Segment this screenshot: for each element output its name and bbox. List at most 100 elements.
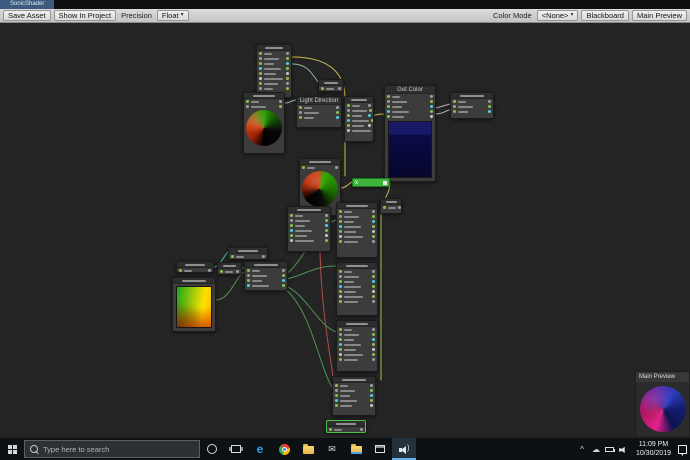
- output-port[interactable]: [372, 300, 375, 303]
- start-button[interactable]: [0, 438, 24, 460]
- output-port[interactable]: [338, 87, 341, 90]
- input-port[interactable]: [387, 100, 390, 103]
- output-port[interactable]: [336, 111, 339, 114]
- output-port[interactable]: [335, 166, 338, 169]
- x-node[interactable]: x: [352, 178, 390, 187]
- input-port[interactable]: [339, 333, 342, 336]
- color-mode-dropdown[interactable]: <None> ▾: [536, 10, 579, 21]
- input-port[interactable]: [347, 124, 350, 127]
- main-preview-toggle-button[interactable]: Main Preview: [631, 10, 687, 21]
- save-asset-button[interactable]: Save Asset: [3, 10, 51, 21]
- output-port[interactable]: [372, 353, 375, 356]
- output-port[interactable]: [325, 214, 328, 217]
- input-port[interactable]: [299, 111, 302, 114]
- shader-node[interactable]: [336, 262, 378, 316]
- input-port[interactable]: [247, 279, 250, 282]
- output-port[interactable]: [372, 333, 375, 336]
- x-node-port[interactable]: [383, 180, 387, 185]
- input-port[interactable]: [247, 269, 250, 272]
- input-port[interactable]: [259, 87, 262, 90]
- input-port[interactable]: [339, 328, 342, 331]
- output-port[interactable]: [360, 428, 363, 431]
- input-port[interactable]: [259, 82, 262, 85]
- output-port[interactable]: [325, 229, 328, 232]
- input-port[interactable]: [453, 105, 456, 108]
- shader-node[interactable]: [344, 96, 374, 142]
- input-port[interactable]: [339, 285, 342, 288]
- tray-volume-button[interactable]: [617, 445, 631, 454]
- output-port[interactable]: [368, 104, 371, 107]
- input-port[interactable]: [453, 110, 456, 113]
- output-port[interactable]: [336, 106, 339, 109]
- output-port[interactable]: [208, 269, 211, 272]
- shader-node[interactable]: [228, 247, 268, 260]
- output-port[interactable]: [368, 114, 371, 117]
- shader-node[interactable]: [217, 262, 242, 275]
- input-port[interactable]: [339, 358, 342, 361]
- gradient-preview-node[interactable]: [172, 277, 216, 332]
- input-port[interactable]: [290, 219, 293, 222]
- output-port[interactable]: [370, 399, 373, 402]
- output-port[interactable]: [430, 105, 433, 108]
- input-port[interactable]: [220, 270, 223, 273]
- app-window-button[interactable]: [368, 438, 392, 460]
- output-port[interactable]: [325, 224, 328, 227]
- shader-node-sphere-preview[interactable]: [243, 92, 285, 154]
- input-port[interactable]: [246, 105, 249, 108]
- folder-button[interactable]: [296, 438, 320, 460]
- output-port[interactable]: [488, 105, 491, 108]
- input-port[interactable]: [259, 57, 262, 60]
- input-port[interactable]: [335, 394, 338, 397]
- input-port[interactable]: [339, 220, 342, 223]
- shader-node[interactable]: [256, 44, 292, 98]
- input-port[interactable]: [335, 404, 338, 407]
- show-in-project-button[interactable]: Show In Project: [53, 10, 117, 21]
- output-port[interactable]: [488, 100, 491, 103]
- window-title-tab[interactable]: SonicShader: [0, 0, 55, 9]
- taskbar-clock[interactable]: 11:09 PM 10/30/2019: [631, 440, 676, 458]
- output-port[interactable]: [372, 220, 375, 223]
- output-port[interactable]: [398, 206, 401, 209]
- input-port[interactable]: [339, 295, 342, 298]
- blackboard-toggle-button[interactable]: Blackboard: [581, 10, 629, 21]
- output-port[interactable]: [262, 255, 265, 258]
- edge-button[interactable]: e: [248, 438, 272, 460]
- output-port[interactable]: [372, 210, 375, 213]
- shader-node[interactable]: [380, 198, 402, 214]
- input-port[interactable]: [339, 348, 342, 351]
- output-port[interactable]: [372, 338, 375, 341]
- input-port[interactable]: [339, 235, 342, 238]
- search-input[interactable]: [43, 444, 194, 454]
- output-port[interactable]: [372, 215, 375, 218]
- output-port[interactable]: [369, 109, 372, 112]
- output-port[interactable]: [372, 280, 375, 283]
- output-port[interactable]: [368, 124, 371, 127]
- output-port[interactable]: [286, 77, 289, 80]
- input-port[interactable]: [347, 119, 350, 122]
- input-port[interactable]: [387, 95, 390, 98]
- input-port[interactable]: [179, 269, 182, 272]
- output-port[interactable]: [372, 275, 375, 278]
- task-view-button[interactable]: [224, 438, 248, 460]
- output-port[interactable]: [372, 343, 375, 346]
- output-port[interactable]: [430, 110, 433, 113]
- output-port[interactable]: [372, 240, 375, 243]
- input-port[interactable]: [387, 105, 390, 108]
- output-port[interactable]: [286, 57, 289, 60]
- output-port[interactable]: [282, 279, 285, 282]
- taskbar-search-box[interactable]: [24, 440, 200, 458]
- input-port[interactable]: [259, 77, 262, 80]
- input-port[interactable]: [339, 215, 342, 218]
- output-port[interactable]: [286, 72, 289, 75]
- output-port[interactable]: [286, 67, 289, 70]
- input-port[interactable]: [339, 280, 342, 283]
- input-port[interactable]: [387, 110, 390, 113]
- output-port[interactable]: [286, 52, 289, 55]
- output-port[interactable]: [286, 62, 289, 65]
- tray-battery-button[interactable]: [603, 446, 617, 452]
- input-port[interactable]: [259, 62, 262, 65]
- shader-node[interactable]: [450, 92, 494, 119]
- output-port[interactable]: [372, 328, 375, 331]
- tray-chevron-button[interactable]: ^: [575, 445, 589, 454]
- mail-button[interactable]: ✉: [320, 438, 344, 460]
